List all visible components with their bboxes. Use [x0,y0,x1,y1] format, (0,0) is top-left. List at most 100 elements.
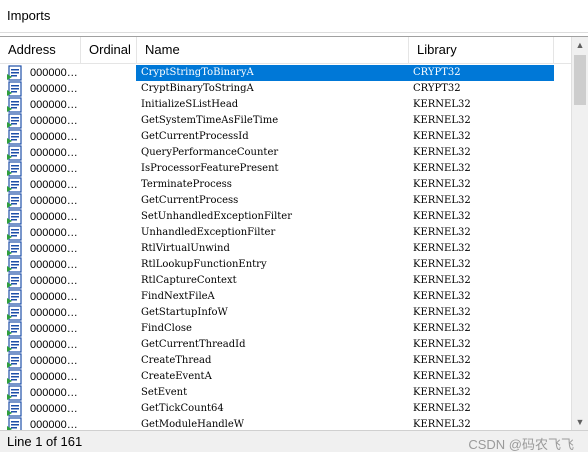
table-row[interactable]: 000000… GetModuleHandleW KERNEL32 [0,417,571,431]
row-address: 000000… [30,291,78,303]
import-function-icon [7,401,23,417]
table-row[interactable]: 000000… GetCurrentProcess KERNEL32 [0,193,571,209]
import-function-icon [7,289,23,305]
import-function-icon [7,209,23,225]
row-library: KERNEL32 [413,371,471,382]
row-address: 000000… [30,227,78,239]
row-library: KERNEL32 [413,339,471,350]
import-function-icon [7,145,23,161]
row-address: 000000… [30,371,78,383]
table-row[interactable]: 000000… SetEvent KERNEL32 [0,385,571,401]
table-row[interactable]: 000000… FindNextFileA KERNEL32 [0,289,571,305]
table-row[interactable]: 000000… GetSystemTimeAsFileTime KERNEL32 [0,113,571,129]
status-line-count: Line 1 of 161 [7,434,83,449]
import-function-icon [7,225,23,241]
table-row[interactable]: 000000… GetStartupInfoW KERNEL32 [0,305,571,321]
row-library: KERNEL32 [413,227,471,238]
row-library: KERNEL32 [413,179,471,190]
row-function-name: GetStartupInfoW [141,307,228,318]
row-library: KERNEL32 [413,163,471,174]
row-function-name: RtlVirtualUnwind [141,243,230,254]
import-function-icon [7,353,23,369]
table-row[interactable]: 000000… InitializeSListHead KERNEL32 [0,97,571,113]
table-row[interactable]: 000000… SetUnhandledExceptionFilter KERNEL… [0,209,571,225]
row-address: 000000… [30,307,78,319]
import-function-icon [7,273,23,289]
row-library: CRYPT32 [413,67,461,78]
row-library: KERNEL32 [413,131,471,142]
row-address: 000000… [30,387,78,399]
import-function-icon [7,65,23,81]
window-titlebar: Imports [0,0,588,33]
row-address: 000000… [30,323,78,335]
row-address: 000000… [30,355,78,367]
import-function-icon [7,193,23,209]
row-function-name: RtlLookupFunctionEntry [141,259,267,270]
row-function-name: GetTickCount64 [141,403,224,414]
watermark-text: CSDN @码农飞飞 [468,437,574,452]
row-function-name: IsProcessorFeaturePresent [141,163,279,174]
table-row[interactable]: 000000… CreateEventA KERNEL32 [0,369,571,385]
row-address: 000000… [30,403,78,415]
import-function-icon [7,177,23,193]
row-address: 000000… [30,275,78,287]
row-function-name: GetCurrentProcess [141,195,239,206]
table-row[interactable]: 000000… CreateThread KERNEL32 [0,353,571,369]
row-library: KERNEL32 [413,195,471,206]
row-library: KERNEL32 [413,99,471,110]
import-function-icon [7,129,23,145]
import-function-icon [7,81,23,97]
row-address: 000000… [30,243,78,255]
row-library: KERNEL32 [413,307,471,318]
row-address: 000000… [30,179,78,191]
row-function-name: CreateEventA [141,371,212,382]
vertical-scrollbar[interactable]: ▲ ▼ [571,37,588,431]
row-function-name: GetCurrentProcessId [141,131,249,142]
row-library: KERNEL32 [413,403,471,414]
table-row[interactable]: 000000… GetTickCount64 KERNEL32 [0,401,571,417]
row-library: KERNEL32 [413,291,471,302]
row-address: 000000… [30,211,78,223]
table-row[interactable]: 000000… RtlCaptureContext KERNEL32 [0,273,571,289]
row-library: KERNEL32 [413,387,471,398]
import-function-icon [7,369,23,385]
column-header-address[interactable]: Address [0,37,81,63]
table-row[interactable]: 000000… GetCurrentThreadId KERNEL32 [0,337,571,353]
imports-list: Address Ordinal Name Library 000000… Cryp… [0,36,588,431]
row-library: KERNEL32 [413,147,471,158]
scrollbar-thumb[interactable] [574,55,586,105]
row-function-name: CreateThread [141,355,212,366]
row-library: KERNEL32 [413,115,471,126]
scroll-down-arrow-icon[interactable]: ▼ [572,414,588,431]
row-function-name: RtlCaptureContext [141,275,237,286]
row-address: 000000… [30,419,78,431]
table-row[interactable]: 000000… UnhandledExceptionFilter KERNEL32 [0,225,571,241]
row-function-name: CryptStringToBinaryA [141,67,254,78]
scroll-up-arrow-icon[interactable]: ▲ [572,37,588,54]
row-function-name: QueryPerformanceCounter [141,147,279,158]
row-function-name: SetUnhandledExceptionFilter [141,211,293,222]
row-library: KERNEL32 [413,243,471,254]
row-function-name: UnhandledExceptionFilter [141,227,276,238]
list-header: Address Ordinal Name Library [0,37,571,64]
column-header-ordinal[interactable]: Ordinal [81,37,137,63]
table-row[interactable]: 000000… CryptStringToBinaryA CRYPT32 [0,65,571,81]
table-row[interactable]: 000000… FindClose KERNEL32 [0,321,571,337]
table-row[interactable]: 000000… QueryPerformanceCounter KERNEL32 [0,145,571,161]
row-address: 000000… [30,163,78,175]
row-address: 000000… [30,115,78,127]
table-row[interactable]: 000000… GetCurrentProcessId KERNEL32 [0,129,571,145]
row-address: 000000… [30,131,78,143]
row-function-name: InitializeSListHead [141,99,239,110]
table-row[interactable]: 000000… CryptBinaryToStringA CRYPT32 [0,81,571,97]
table-row[interactable]: 000000… RtlLookupFunctionEntry KERNEL32 [0,257,571,273]
column-header-library[interactable]: Library [409,37,554,63]
row-address: 000000… [30,67,78,79]
column-header-name[interactable]: Name [137,37,409,63]
row-library: KERNEL32 [413,355,471,366]
import-function-icon [7,321,23,337]
row-function-name: TerminateProcess [141,179,232,190]
table-row[interactable]: 000000… IsProcessorFeaturePresent KERNEL32 [0,161,571,177]
table-row[interactable]: 000000… TerminateProcess KERNEL32 [0,177,571,193]
table-row[interactable]: 000000… RtlVirtualUnwind KERNEL32 [0,241,571,257]
